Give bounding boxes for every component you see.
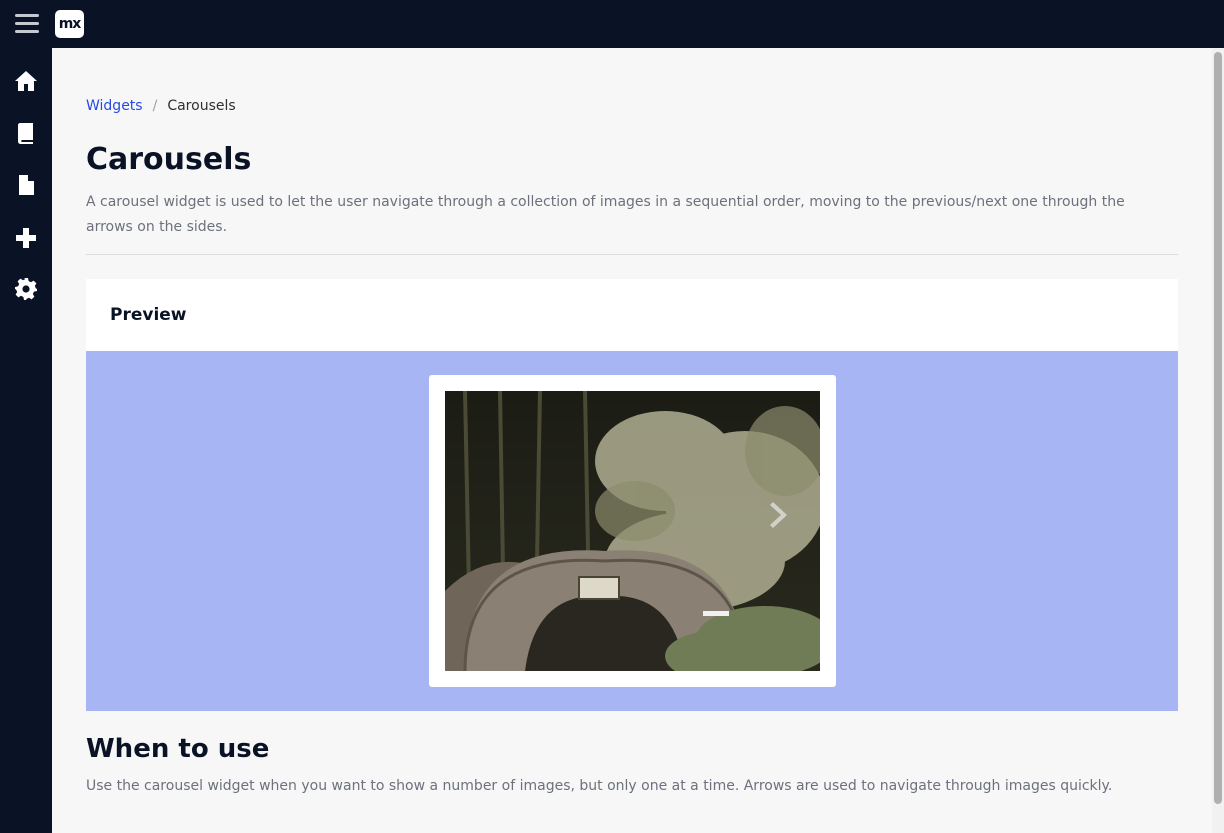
preview-area (86, 351, 1178, 711)
sidebar-item-document[interactable] (0, 165, 52, 205)
breadcrumb-separator: / (152, 98, 158, 114)
chevron-right-icon (770, 502, 787, 528)
sidebar-item-add[interactable] (0, 218, 52, 258)
preview-card-header: Preview (86, 279, 1178, 351)
divider (86, 254, 1178, 255)
plus-icon (16, 228, 36, 248)
preview-title: Preview (110, 305, 187, 325)
top-bar: mx (0, 0, 1224, 48)
sidebar (0, 48, 52, 833)
sidebar-item-book[interactable] (0, 113, 52, 153)
home-icon (15, 71, 37, 91)
gear-icon (15, 278, 37, 300)
when-to-use-title: When to use (86, 734, 270, 764)
breadcrumb: Widgets / Carousels (86, 98, 236, 114)
scrollbar-thumb[interactable] (1214, 52, 1222, 804)
breadcrumb-link-widgets[interactable]: Widgets (86, 98, 143, 114)
page-title: Carousels (86, 142, 252, 177)
book-icon (18, 123, 33, 144)
breadcrumb-current: Carousels (167, 98, 236, 114)
carousel (429, 375, 836, 687)
page-description: A carousel widget is used to let the use… (86, 194, 1125, 235)
app-logo[interactable]: mx (55, 10, 84, 38)
carousel-next-button[interactable] (767, 499, 793, 531)
sidebar-item-home[interactable] (0, 61, 52, 101)
main-content: Widgets / Carousels Carousels A carousel w… (52, 48, 1212, 833)
carousel-image (445, 391, 820, 671)
hamburger-menu-icon[interactable] (15, 14, 39, 34)
document-icon (19, 175, 34, 195)
sidebar-item-settings[interactable] (0, 269, 52, 309)
when-to-use-description: Use the carousel widget when you want to… (86, 778, 1113, 794)
